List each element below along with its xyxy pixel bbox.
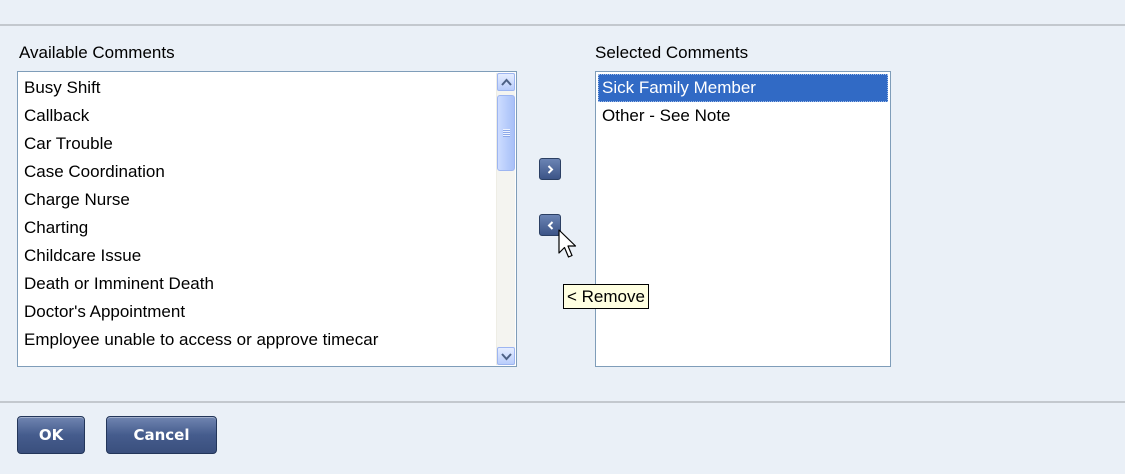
available-comments-scrollbar[interactable]: [496, 73, 515, 365]
list-item[interactable]: Charting: [20, 214, 496, 242]
footer-divider: [0, 401, 1125, 403]
chevron-right-icon: [547, 165, 554, 174]
available-comments-label: Available Comments: [19, 43, 175, 62]
list-item[interactable]: Death or Imminent Death: [20, 270, 496, 298]
available-comments-items: Busy Shift Callback Car Trouble Case Coo…: [20, 74, 496, 364]
ok-button[interactable]: OK: [17, 416, 85, 454]
list-item[interactable]: Employee unable to access or approve tim…: [20, 326, 496, 354]
remove-tooltip: < Remove: [563, 284, 649, 309]
scroll-thumb[interactable]: [497, 95, 515, 171]
list-item[interactable]: Doctor's Appointment: [20, 298, 496, 326]
list-item[interactable]: Other - See Note: [598, 102, 888, 130]
list-item[interactable]: Car Trouble: [20, 130, 496, 158]
selected-comments-listbox[interactable]: Sick Family Member Other - See Note: [595, 71, 891, 367]
scroll-grip-icon: [503, 129, 510, 137]
chevron-up-icon: [501, 78, 512, 86]
list-item-selected[interactable]: Sick Family Member: [598, 74, 888, 102]
list-item[interactable]: Case Coordination: [20, 158, 496, 186]
list-item[interactable]: Callback: [20, 102, 496, 130]
top-divider: [0, 24, 1125, 26]
chevron-down-icon: [501, 353, 512, 361]
scroll-up-button[interactable]: [497, 73, 515, 91]
selected-comments-label: Selected Comments: [595, 43, 749, 62]
scroll-down-button[interactable]: [497, 347, 515, 365]
chevron-left-icon: [547, 221, 554, 230]
cancel-button[interactable]: Cancel: [106, 416, 217, 454]
mouse-pointer-icon: [558, 229, 578, 268]
selected-comments-items: Sick Family Member Other - See Note: [598, 74, 888, 364]
list-item[interactable]: Childcare Issue: [20, 242, 496, 270]
available-comments-listbox[interactable]: Busy Shift Callback Car Trouble Case Coo…: [17, 71, 517, 367]
list-item[interactable]: Charge Nurse: [20, 186, 496, 214]
list-item[interactable]: Busy Shift: [20, 74, 496, 102]
add-comment-button[interactable]: [539, 158, 561, 180]
